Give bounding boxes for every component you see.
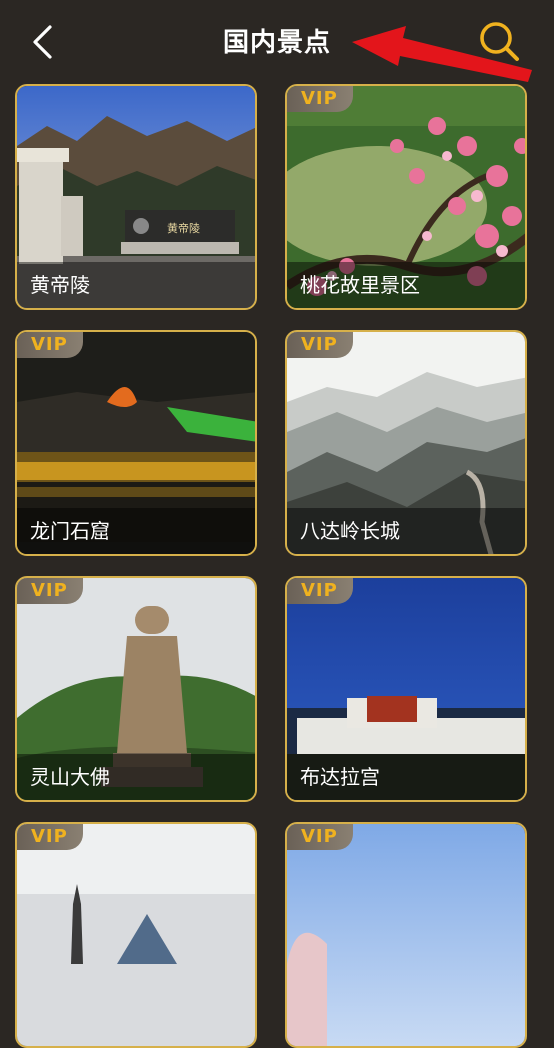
- attraction-photo: [287, 824, 525, 1046]
- vip-badge: VIP: [17, 578, 83, 604]
- vip-badge: VIP: [17, 824, 83, 850]
- top-bar: 国内景点: [0, 0, 554, 82]
- attraction-card[interactable]: VIP 灵山大佛: [15, 576, 257, 802]
- attraction-card[interactable]: VIP 龙门石窟: [15, 330, 257, 556]
- attraction-name: 八达岭长城: [287, 508, 525, 554]
- attraction-card[interactable]: VIP 桃花故里景区: [285, 84, 527, 310]
- attraction-photo: [17, 824, 255, 1046]
- attraction-name: 黄帝陵: [17, 262, 255, 308]
- attraction-card[interactable]: VIP 布达拉宫: [285, 576, 527, 802]
- vip-badge: VIP: [287, 824, 353, 850]
- vip-badge: VIP: [287, 86, 353, 112]
- attraction-card[interactable]: VIP 八达岭长城: [285, 330, 527, 556]
- svg-text:黄帝陵: 黄帝陵: [167, 221, 200, 235]
- page-title: 国内景点: [222, 28, 331, 58]
- attraction-card[interactable]: VIP: [15, 822, 257, 1048]
- attraction-name: 布达拉宫: [287, 754, 525, 800]
- attraction-name: 桃花故里景区: [287, 262, 525, 308]
- vip-badge: VIP: [287, 578, 353, 604]
- search-icon: [480, 22, 519, 61]
- vip-badge: VIP: [17, 332, 83, 358]
- attraction-name: 龙门石窟: [17, 508, 255, 554]
- attraction-card[interactable]: 黄帝陵 黄帝陵: [15, 84, 257, 310]
- vip-badge: VIP: [287, 332, 353, 358]
- attraction-name: 灵山大佛: [17, 754, 255, 800]
- attraction-card[interactable]: VIP: [285, 822, 527, 1048]
- search-button[interactable]: [476, 18, 524, 66]
